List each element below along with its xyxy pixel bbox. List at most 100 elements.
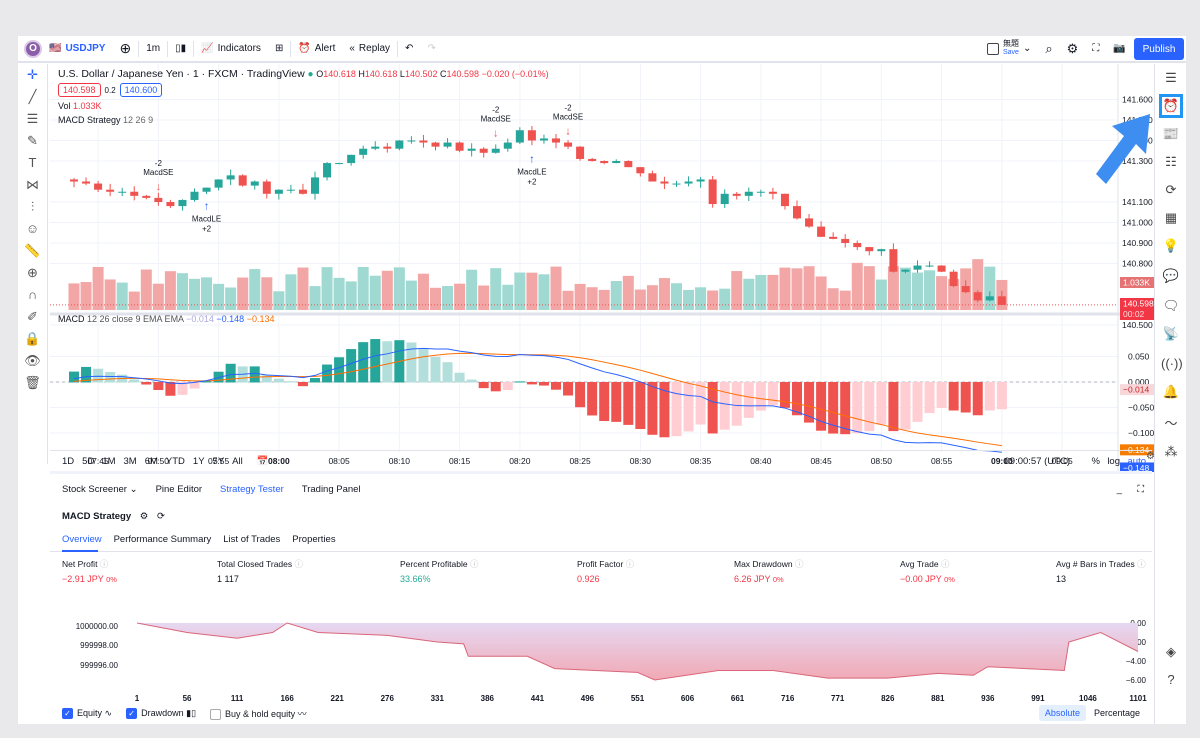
info-icon[interactable]: ⓘ	[100, 559, 109, 569]
subtab-overview[interactable]: Overview	[62, 534, 102, 545]
layout-button[interactable]: 無題 Save ⌄	[980, 36, 1038, 61]
deep-backtest-icon[interactable]: ⟳	[157, 511, 165, 522]
layers-icon[interactable]: ◈	[1161, 642, 1181, 662]
macd-histogram-bar	[466, 379, 477, 383]
dom-icon[interactable]: ⁂	[1161, 442, 1181, 462]
alarm-clock-icon[interactable]: ⏰	[1159, 94, 1183, 118]
brush-icon[interactable]: ✎	[18, 130, 47, 152]
camera-icon[interactable]: 📷	[1106, 36, 1132, 61]
info-icon[interactable]: ⓘ	[795, 559, 804, 569]
user-avatar[interactable]: O	[24, 39, 42, 58]
message-icon[interactable]: 🗨	[1161, 296, 1181, 316]
range-5y[interactable]: 5Y	[213, 456, 225, 467]
range-3m[interactable]: 3M	[124, 456, 137, 467]
range-1d[interactable]: 1D	[62, 456, 74, 467]
date-range-icon[interactable]: 📅	[257, 456, 269, 467]
alert-button[interactable]: ⏰ Alert	[291, 36, 342, 61]
range-1y[interactable]: 1Y	[193, 456, 205, 467]
drawdown-toggle[interactable]: ✓ Drawdown ▮▯	[126, 708, 196, 720]
percent-scale-toggle[interactable]: %	[1092, 456, 1100, 467]
eye-icon[interactable]: 👁	[18, 350, 47, 372]
tab-pine-editor[interactable]: Pine Editor	[156, 484, 202, 495]
refresh-icon[interactable]: ⟳	[1161, 180, 1181, 200]
replay-button[interactable]: «Replay	[342, 36, 397, 61]
interval-button[interactable]: 1m	[139, 36, 167, 61]
macd-params: 12 26 close 9 EMA EMA	[87, 314, 184, 324]
candle-style-icon[interactable]: ▯▮	[168, 36, 193, 61]
auto-scale-toggle[interactable]: auto	[1128, 456, 1147, 467]
strategy-label[interactable]: MACD Strategy	[58, 115, 121, 125]
news-icon[interactable]: 📰	[1161, 124, 1181, 144]
trash-icon[interactable]: 🗑	[18, 372, 47, 394]
bell-icon[interactable]: 🔔	[1161, 382, 1181, 402]
macd-histogram-bar	[334, 357, 345, 383]
range-ytd[interactable]: YTD	[166, 456, 185, 467]
macd-label[interactable]: MACD	[58, 314, 85, 324]
lock-icon[interactable]: 🔒	[18, 328, 47, 350]
equity-toggle[interactable]: ✓ Equity ∿	[62, 708, 112, 720]
gear-icon[interactable]: ⚙	[1060, 36, 1086, 61]
tab-trading-panel[interactable]: Trading Panel	[302, 484, 361, 495]
templates-grid-icon[interactable]: ⊞	[268, 36, 290, 61]
subtab-list-of-trades[interactable]: List of Trades	[223, 534, 280, 545]
search-icon[interactable]: ⌕	[1038, 36, 1059, 61]
equity-chart[interactable]: 1000000.00999998.00999996.000.00−2.00−4.…	[50, 619, 1152, 705]
undo-icon[interactable]: ↶	[398, 36, 420, 61]
log-scale-toggle[interactable]: log	[1107, 456, 1120, 467]
tab-stock-screener[interactable]: Stock Screener ⌄	[62, 484, 138, 495]
tab-strategy-tester[interactable]: Strategy Tester	[220, 484, 284, 495]
pattern-icon[interactable]: ⋈	[18, 174, 47, 196]
redo-icon[interactable]: ↷	[420, 36, 442, 61]
indicators-button[interactable]: 📈 Indicators	[194, 36, 268, 61]
fib-icon[interactable]: ☰	[18, 108, 47, 130]
magnet-icon[interactable]: ∩	[18, 284, 47, 306]
price-chart[interactable]: 07:45 07:50 07:55 08:00 08:05 08:10 08:15 08:20…	[50, 64, 1154, 472]
clock[interactable]: 09:00:57 (UTC)	[1005, 456, 1070, 467]
forecast-icon[interactable]: ⫶	[18, 196, 47, 218]
sell-button[interactable]: 140.598	[58, 83, 101, 97]
buy-hold-toggle[interactable]: Buy & hold equity 〰	[210, 707, 307, 721]
zoom-in-icon[interactable]: ⊕	[18, 262, 47, 284]
info-icon[interactable]: ⓘ	[470, 559, 479, 569]
range-bar: 1D 5D 1M 3M 6M YTD 1Y 5Y All 📅 09:00:57 (UTC) % …	[50, 450, 1152, 472]
help-icon[interactable]: ?	[1161, 670, 1181, 690]
trade-tick: 1101	[1129, 694, 1147, 703]
maximize-icon[interactable]: ⛶	[1137, 484, 1144, 495]
range-5d[interactable]: 5D	[82, 456, 94, 467]
info-icon[interactable]: ⓘ	[295, 559, 304, 569]
ruler-icon[interactable]: 📏	[18, 240, 47, 262]
crosshair-icon[interactable]: ✛	[18, 64, 47, 86]
text-icon[interactable]: T	[18, 152, 47, 174]
buy-button[interactable]: 140.600	[119, 83, 163, 97]
macd-histogram-bar	[888, 382, 899, 432]
publish-button[interactable]: Publish	[1134, 38, 1184, 60]
lock-drawings-icon[interactable]: ✐	[18, 306, 47, 328]
flag-icon: 🇺🇸	[49, 43, 62, 54]
range-1m[interactable]: 1M	[102, 456, 115, 467]
list-icon[interactable]: ☷	[1161, 152, 1181, 172]
symbol-search[interactable]: 🇺🇸 USDJPY	[42, 36, 112, 61]
chat-icon[interactable]: 💬	[1161, 266, 1181, 286]
candle-body	[768, 191, 777, 194]
minimize-icon[interactable]: _	[1117, 484, 1122, 495]
trend-icon[interactable]: 〜	[1161, 414, 1181, 434]
subtab-properties[interactable]: Properties	[292, 534, 335, 545]
settings-icon[interactable]: ⚙	[140, 511, 149, 522]
absolute-button[interactable]: Absolute	[1038, 705, 1086, 721]
compare-plus-icon[interactable]: ⊕	[112, 36, 138, 61]
range-all[interactable]: All	[232, 456, 243, 467]
range-6m[interactable]: 6M	[145, 456, 158, 467]
info-icon[interactable]: ⓘ	[626, 559, 635, 569]
fullscreen-icon[interactable]: ⛶	[1085, 36, 1106, 61]
lightbulb-icon[interactable]: 💡	[1161, 236, 1181, 256]
watchlist-icon[interactable]: ☰	[1161, 68, 1181, 88]
info-icon[interactable]: ⓘ	[941, 559, 950, 569]
calendar-icon[interactable]: ▦	[1161, 208, 1181, 228]
subtab-performance-summary[interactable]: Performance Summary	[114, 534, 212, 545]
emoji-icon[interactable]: ☺	[18, 218, 47, 240]
broadcast-icon[interactable]: 📡	[1161, 324, 1181, 344]
info-icon[interactable]: ⓘ	[1137, 559, 1146, 569]
trend-line-icon[interactable]: ╱	[18, 86, 47, 108]
signal-icon[interactable]: ((·))	[1161, 354, 1183, 374]
percentage-button[interactable]: Percentage	[1090, 705, 1144, 721]
